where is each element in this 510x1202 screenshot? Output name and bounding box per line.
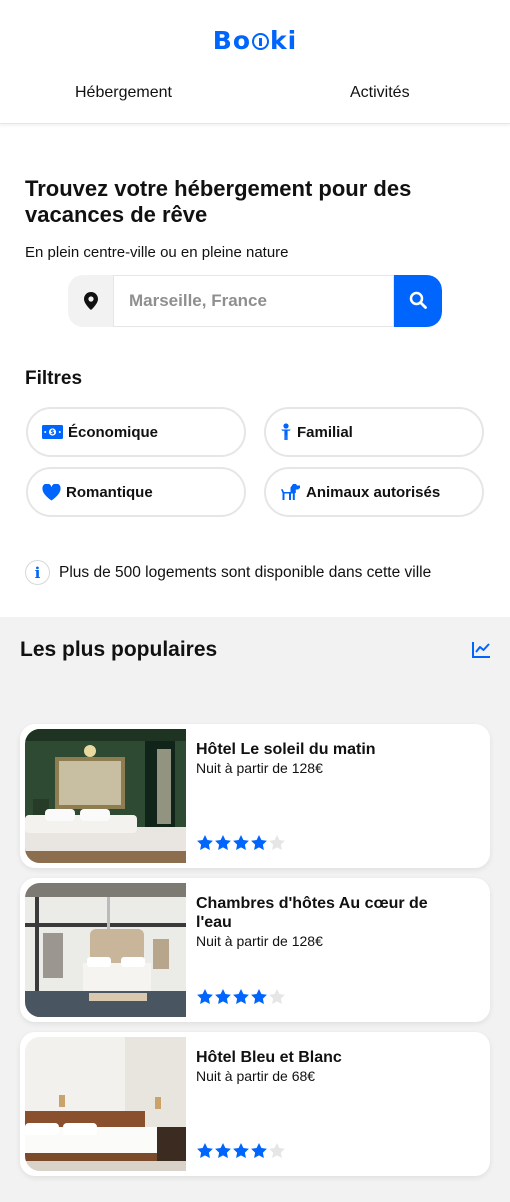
hotel-name: Hôtel Le soleil du matin Nuit à partir d… [196,740,466,778]
hotel-name-text: Hôtel Bleu et Blanc [196,1049,342,1066]
popular-section: Les plus populaires Hôtel Le soleil du m… [0,617,510,1202]
filter-romantique[interactable]: Romantique [26,467,246,517]
info-text: Plus de 500 logements sont disponible da… [59,563,432,581]
hotel-photo [25,883,186,1017]
star-filled-icon [215,835,231,850]
star-filled-icon [233,989,249,1004]
info-icon: i [25,560,50,585]
main-nav: Hébergement Activités [0,84,510,104]
star-filled-icon [251,835,267,850]
tab-hebergement[interactable]: Hébergement [75,84,172,102]
hotel-price: Nuit à partir de 68€ [196,1068,316,1084]
heart-icon [42,483,61,501]
hotel-card-3[interactable]: Hôtel Bleu et Blanc Nuit à partir de 68€ [20,1032,490,1176]
hotel-name-text: Hôtel Le soleil du matin [196,741,376,758]
tab-activites[interactable]: Activités [350,84,410,102]
header: Bo ki Hébergement Activités [0,0,510,124]
search-button[interactable] [394,275,442,327]
hotel-price: Nuit à partir de 128€ [196,760,323,776]
star-filled-icon [215,989,231,1004]
star-filled-icon [197,1143,213,1158]
star-empty-icon [269,1143,285,1158]
logo-o-icon [252,33,270,50]
hotel-card-2[interactable]: Chambres d'hôtes Au cœur de l'eau Nuit à… [20,878,490,1022]
hotel-name: Hôtel Bleu et Blanc Nuit à partir de 68€ [196,1048,466,1086]
hotel-photo [25,729,186,863]
dog-icon [280,483,301,501]
search-input[interactable] [113,275,394,327]
rating-stars [196,988,286,1005]
hotel-price: Nuit à partir de 128€ [196,933,323,949]
star-filled-icon [251,989,267,1004]
search-title: Trouvez votre hébergement pour des vacan… [25,176,412,227]
star-filled-icon [197,835,213,850]
popular-title: Les plus populaires [20,638,218,661]
logo[interactable]: Bo ki [0,26,510,55]
star-filled-icon [233,1143,249,1158]
filter-animaux[interactable]: Animaux autorisés [264,467,484,517]
star-filled-icon [251,1143,267,1158]
filter-familial[interactable]: Familial [264,407,484,457]
filter-label: Économique [68,423,159,441]
filters-title: Filtres [25,368,83,389]
star-filled-icon [197,989,213,1004]
hotel-photo [25,1037,186,1171]
star-filled-icon [233,835,249,850]
location-pin-icon [68,275,113,327]
hotel-name: Chambres d'hôtes Au cœur de l'eau Nuit à… [196,894,466,951]
rating-stars [196,1142,286,1159]
child-icon [280,423,292,441]
filter-label: Animaux autorisés [306,483,441,501]
filter-economique[interactable]: $ Économique [26,407,246,457]
money-icon: $ [42,425,63,439]
search-bar [68,275,442,327]
filter-label: Romantique [66,483,153,501]
filter-label: Familial [297,423,353,441]
svg-text:$: $ [50,429,54,436]
hotel-name-text: Chambres d'hôtes Au cœur de l'eau [196,895,428,931]
star-filled-icon [215,1143,231,1158]
search-subtitle: En plein centre-ville ou en pleine natur… [25,244,289,261]
star-empty-icon [269,989,285,1004]
info-banner: i Plus de 500 logements sont disponible … [25,560,431,585]
star-empty-icon [269,835,285,850]
trend-chart-icon[interactable] [472,641,492,659]
hotel-card-1[interactable]: Hôtel Le soleil du matin Nuit à partir d… [20,724,490,868]
search-icon [409,291,427,312]
rating-stars [196,834,286,851]
